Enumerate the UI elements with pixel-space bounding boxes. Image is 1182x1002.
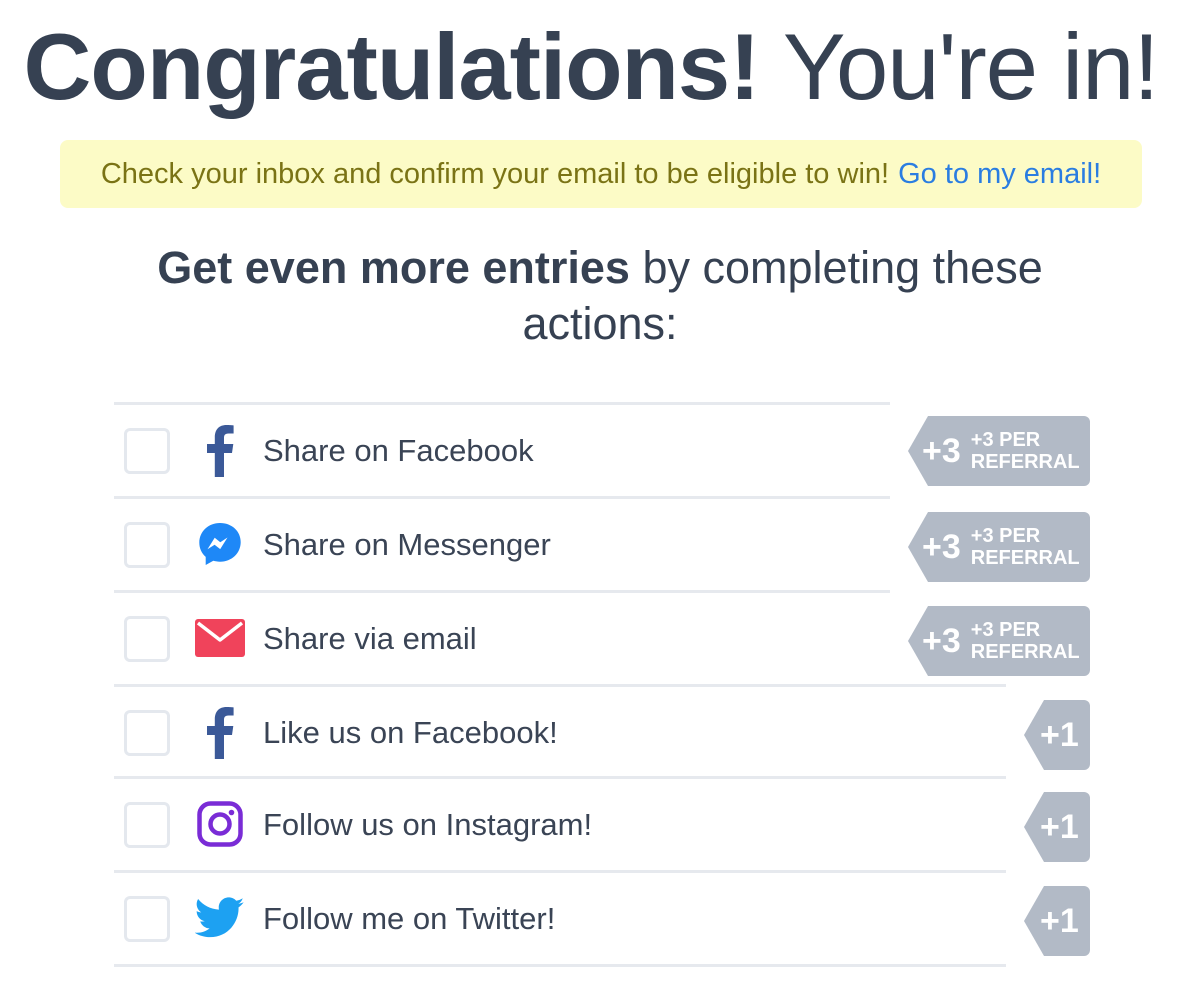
per-referral-line1: +3 PER (970, 525, 1041, 547)
action-row-like-facebook[interactable]: Like us on Facebook! (114, 684, 1006, 778)
twitter-icon (195, 893, 245, 943)
action-checkbox[interactable] (124, 428, 170, 474)
per-referral-line1: +3 PER (970, 429, 1041, 451)
confirm-email-notice: Check your inbox and confirm your email … (60, 140, 1142, 208)
per-referral-line1: +3 PER (970, 619, 1041, 641)
points-value: +1 (1040, 902, 1079, 940)
facebook-icon (195, 425, 245, 477)
messenger-icon (195, 519, 245, 569)
action-label: Share on Messenger (263, 527, 551, 562)
title-strong: Congratulations! (23, 14, 761, 119)
points-badge: +3 +3 PER REFERRAL (908, 512, 1090, 582)
points-badge: +3 +3 PER REFERRAL (908, 606, 1090, 676)
action-checkbox[interactable] (124, 522, 170, 568)
action-checkbox[interactable] (124, 896, 170, 942)
action-row-share-email[interactable]: Share via email (114, 590, 890, 684)
points-badge: +3 +3 PER REFERRAL (908, 416, 1090, 486)
points-badge: +1 (1024, 886, 1090, 956)
points-value: +1 (1040, 716, 1079, 754)
action-checkbox[interactable] (124, 616, 170, 662)
title-light: You're in! (782, 14, 1160, 119)
per-referral-label: +3 PER REFERRAL (971, 429, 1080, 473)
action-label: Share via email (263, 621, 477, 656)
points-value: +3 (922, 622, 961, 660)
per-referral-line2: REFERRAL (970, 547, 1080, 569)
action-row-share-messenger[interactable]: Share on Messenger (114, 496, 890, 590)
action-label: Like us on Facebook! (263, 715, 558, 750)
action-label: Follow me on Twitter! (263, 901, 556, 936)
more-entries-heading: Get even more entries by completing thes… (130, 240, 1070, 352)
per-referral-line2: REFERRAL (970, 641, 1080, 663)
action-checkbox[interactable] (124, 802, 170, 848)
points-value: +3 (922, 432, 961, 470)
per-referral-label: +3 PER REFERRAL (971, 619, 1080, 663)
per-referral-label: +3 PER REFERRAL (971, 525, 1080, 569)
action-row-follow-twitter[interactable]: Follow me on Twitter! (114, 870, 1006, 967)
action-row-share-facebook[interactable]: Share on Facebook (114, 402, 890, 496)
notice-message: Check your inbox and confirm your email … (100, 157, 890, 190)
subhead-strong: Get even more entries (157, 242, 630, 293)
points-value: +1 (1040, 808, 1079, 846)
action-label: Follow us on Instagram! (263, 807, 593, 842)
points-badge: +1 (1024, 700, 1090, 770)
action-row-follow-instagram[interactable]: Follow us on Instagram! (114, 776, 1006, 870)
instagram-icon (195, 799, 245, 849)
action-label: Share on Facebook (263, 433, 534, 468)
entry-confirmation-page: Congratulations! You're in! Check your i… (0, 0, 1182, 1002)
facebook-icon (195, 707, 245, 759)
envelope-icon (195, 613, 245, 663)
go-to-email-link[interactable]: Go to my email! (898, 158, 1101, 191)
points-value: +3 (922, 528, 961, 566)
points-badge: +1 (1024, 792, 1090, 862)
per-referral-line2: REFERRAL (970, 451, 1080, 473)
action-checkbox[interactable] (124, 710, 170, 756)
page-title: Congratulations! You're in! (0, 12, 1182, 122)
